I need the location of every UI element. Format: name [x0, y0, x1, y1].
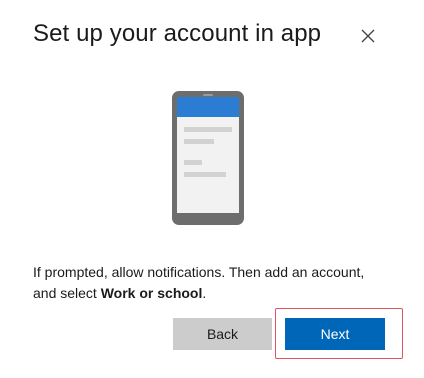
- work-or-school-text: Work or school: [100, 285, 203, 301]
- back-button[interactable]: Back: [173, 318, 272, 350]
- phone-illustration: [172, 91, 244, 225]
- setup-dialog: Set up your account in app If prompted, …: [0, 0, 424, 378]
- instruction-text-suffix: .: [202, 285, 207, 301]
- close-icon: [361, 29, 375, 43]
- dialog-title: Set up your account in app: [33, 20, 322, 47]
- next-button[interactable]: Next: [285, 318, 385, 350]
- close-button[interactable]: [356, 24, 380, 48]
- instruction-text: If prompted, allow notifications. Then a…: [33, 262, 373, 304]
